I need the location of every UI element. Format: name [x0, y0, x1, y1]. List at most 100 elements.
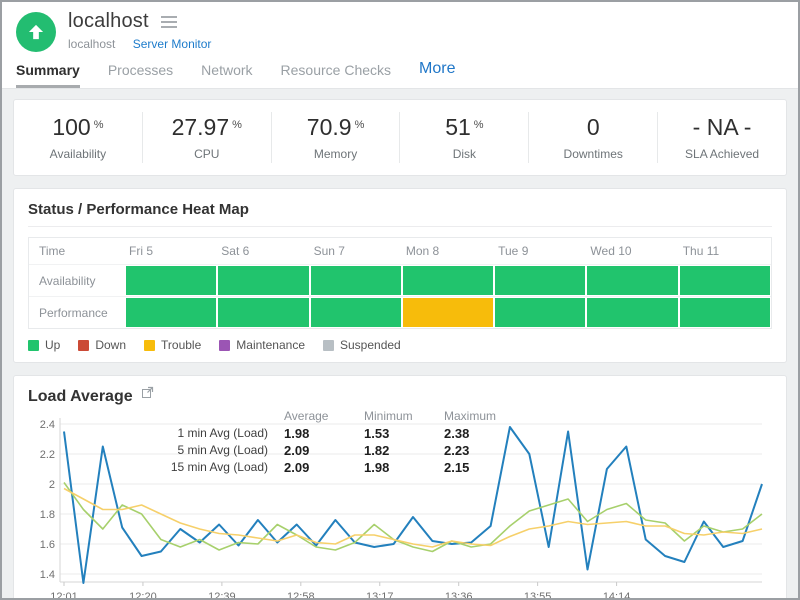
legend-label: Maintenance	[236, 338, 305, 352]
page-title: localhost	[68, 10, 149, 33]
summary-value: 1.98	[284, 425, 364, 442]
breadcrumb-host: localhost	[68, 37, 115, 51]
legend-swatch-icon	[78, 340, 89, 351]
summary-value: 2.09	[284, 459, 364, 476]
heatmap-day-sun-7: Sun 7	[310, 238, 402, 264]
stat-unit: %	[94, 119, 104, 131]
x-tick-label: 12:20	[129, 591, 157, 600]
stat-unit: %	[355, 119, 365, 131]
heatmap-row-availability: Availability	[29, 264, 771, 296]
heatmap-cell-performance-sat-6[interactable]	[218, 298, 308, 327]
stat-value: 100%	[14, 114, 142, 141]
tab-summary[interactable]: Summary	[16, 56, 80, 88]
heatmap-cell-performance-mon-8[interactable]	[403, 298, 493, 327]
tab-resource-checks[interactable]: Resource Checks	[281, 56, 392, 88]
tabs: Summary Processes Network Resource Checks Mo…	[2, 54, 798, 89]
stat-label: Downtimes	[529, 147, 657, 161]
status-up-icon	[16, 12, 56, 52]
heatmap-cell-availability-thu-11[interactable]	[680, 266, 770, 295]
heatmap-day-mon-8: Mon 8	[402, 238, 494, 264]
x-tick-label: 12:01	[50, 591, 78, 600]
x-tick-label: 13:55	[524, 591, 552, 600]
heatmap-cell-availability-tue-9[interactable]	[495, 266, 585, 295]
heatmap-legend-up: Up	[28, 338, 60, 352]
breadcrumb: localhost Server Monitor	[68, 37, 211, 51]
x-tick-label: 12:39	[208, 591, 236, 600]
heatmap-cell-availability-sat-6[interactable]	[218, 266, 308, 295]
tab-more[interactable]: More	[419, 54, 455, 88]
stat-label: Memory	[272, 147, 400, 161]
heatmap-cell-availability-wed-10[interactable]	[587, 266, 677, 295]
x-tick-label: 13:17	[366, 591, 394, 600]
stat-value: 51%	[400, 114, 528, 141]
x-tick-label: 14:14	[603, 591, 631, 600]
summary-value: 2.38	[444, 425, 530, 442]
heatmap-legend-down: Down	[78, 338, 126, 352]
chart-summary-table: AverageMinimumMaximum1 min Avg (Load)1.9…	[132, 408, 530, 476]
external-link-icon[interactable]	[141, 386, 154, 404]
heatmap-cell-performance-sun-7[interactable]	[311, 298, 401, 327]
y-tick-label: 2.4	[40, 419, 55, 431]
summary-col-minimum: Minimum	[364, 408, 444, 425]
stat-unit: %	[232, 119, 242, 131]
header: localhost localhost Server Monitor	[2, 2, 798, 54]
stat-label: Availability	[14, 147, 142, 161]
legend-swatch-icon	[144, 340, 155, 351]
heatmap-row-label: Availability	[29, 265, 125, 296]
heatmap-legend-maintenance: Maintenance	[219, 338, 305, 352]
summary-col-average: Average	[284, 408, 364, 425]
legend-label: Up	[45, 338, 60, 352]
legend-swatch-icon	[219, 340, 230, 351]
y-tick-label: 2.2	[40, 449, 55, 461]
summary-value: 2.23	[444, 442, 530, 459]
hamburger-icon[interactable]	[161, 16, 177, 28]
stat-value: 70.9%	[272, 114, 400, 141]
summary-value: 1.82	[364, 442, 444, 459]
heatmap-cell-availability-sun-7[interactable]	[311, 266, 401, 295]
stat-memory: 70.9% Memory	[271, 112, 400, 163]
stats-card: 100%Availability27.97%CPU70.9%Memory51%D…	[13, 99, 787, 176]
monitor-dashboard-window: localhost localhost Server Monitor Summa…	[0, 0, 800, 600]
heatmap-day-sat-6: Sat 6	[217, 238, 309, 264]
heatmap-day-wed-10: Wed 10	[586, 238, 678, 264]
x-tick-label: 12:58	[287, 591, 315, 600]
heatmap-row-label: Performance	[29, 297, 125, 328]
chart-area: 1.4 1.6 1.82 2.2 2.4 12:01 12:20 12:39 12:58 13:1…	[28, 410, 772, 600]
summary-row-label: 15 min Avg (Load)	[132, 459, 284, 476]
heatmap-day-thu-11: Thu 11	[679, 238, 771, 264]
heatmap-cell-performance-fri-5[interactable]	[126, 298, 216, 327]
heatmap-cell-performance-tue-9[interactable]	[495, 298, 585, 327]
tab-processes[interactable]: Processes	[108, 56, 173, 88]
heatmap-cell-availability-fri-5[interactable]	[126, 266, 216, 295]
heatmap-day-tue-9: Tue 9	[494, 238, 586, 264]
server-monitor-link[interactable]: Server Monitor	[133, 37, 212, 51]
heatmap-legend-suspended: Suspended	[323, 338, 401, 352]
legend-swatch-icon	[28, 340, 39, 351]
heatmap-header-row: TimeFri 5Sat 6Sun 7Mon 8Tue 9Wed 10Thu 1…	[29, 238, 771, 264]
stat-value: 27.97%	[143, 114, 271, 141]
heatmap-legend: Up Down Trouble Maintenance Suspended	[28, 338, 772, 352]
heatmap-cell-performance-wed-10[interactable]	[587, 298, 677, 327]
heatmap-cell-availability-mon-8[interactable]	[403, 266, 493, 295]
stat-label: SLA Achieved	[658, 147, 786, 161]
chart-title: Load Average	[28, 388, 133, 406]
stat-sla-achieved: - NA -SLA Achieved	[657, 112, 786, 163]
summary-corner	[132, 408, 284, 425]
heatmap-row-performance: Performance	[29, 296, 771, 328]
stat-cpu: 27.97%CPU	[142, 112, 271, 163]
stat-unit: %	[474, 119, 484, 131]
heatmap-cell-performance-thu-11[interactable]	[680, 298, 770, 327]
heatmap-day-fri-5: Fri 5	[125, 238, 217, 264]
summary-row-label: 1 min Avg (Load)	[132, 425, 284, 442]
tab-network[interactable]: Network	[201, 56, 252, 88]
heatmap-legend-trouble: Trouble	[144, 338, 201, 352]
stat-availability: 100% Availability	[14, 112, 142, 163]
stat-label: Disk	[400, 147, 528, 161]
legend-label: Down	[95, 338, 126, 352]
x-tick-label: 13:36	[445, 591, 473, 600]
heatmap-title: Status / Performance Heat Map	[28, 201, 772, 227]
y-tick-label: 1.4	[40, 569, 55, 581]
y-tick-label: 1.8	[40, 509, 55, 521]
summary-value: 1.98	[364, 459, 444, 476]
y-tick-label: 1.6	[40, 539, 55, 551]
